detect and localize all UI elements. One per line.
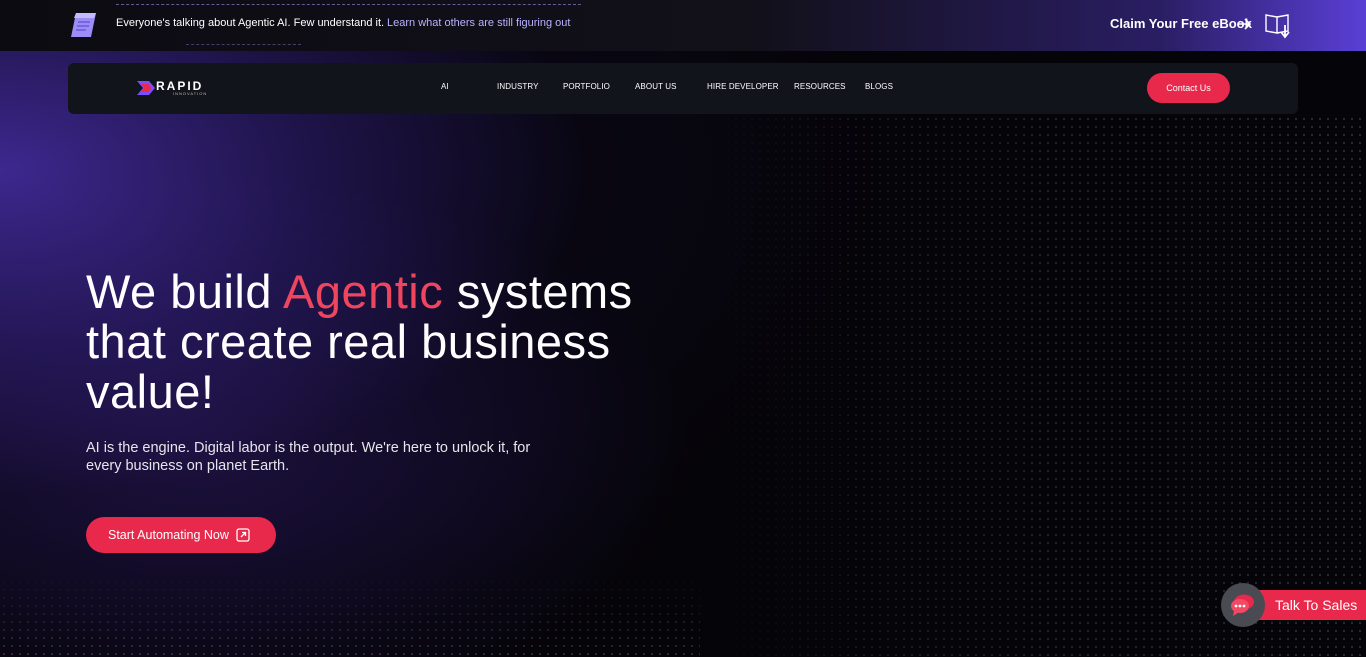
chat-icon	[1231, 594, 1254, 616]
hero-title: We build Agentic systems that create rea…	[86, 267, 686, 417]
announcement-bar: Everyone's talking about Agentic AI. Few…	[0, 0, 1366, 51]
brand-tagline: INNOVATION	[173, 91, 208, 96]
hero-title-accent: Agentic	[282, 265, 444, 318]
ebook-download-icon[interactable]	[1264, 11, 1292, 39]
decorative-dashed-line	[186, 44, 301, 45]
dot-grid-decoration	[700, 115, 1366, 657]
external-link-icon	[236, 528, 250, 542]
hero-title-lead: We build	[86, 265, 283, 318]
announcement-link[interactable]: Learn what others are still figuring out	[387, 17, 570, 29]
nav-item-industry[interactable]: INDUSTRY	[497, 82, 539, 91]
start-automating-button[interactable]: Start Automating Now	[86, 517, 276, 553]
hero-subtitle: AI is the engine. Digital labor is the o…	[86, 440, 531, 474]
dot-grid-decoration	[0, 570, 700, 657]
book-icon	[71, 13, 96, 37]
brand-logo[interactable]: RAPID INNOVATION	[137, 78, 209, 98]
nav-item-blogs[interactable]: BLOGS	[865, 82, 893, 91]
chat-launcher[interactable]	[1221, 583, 1265, 627]
nav-item-hire-developer[interactable]: HIRE DEVELOPER	[707, 82, 779, 91]
claim-ebook-link[interactable]: Claim Your Free eBook	[1110, 16, 1252, 31]
decorative-dashed-line	[116, 4, 581, 5]
announcement-text: Everyone's talking about Agentic AI. Few…	[116, 17, 385, 29]
nav-item-portfolio[interactable]: PORTFOLIO	[563, 82, 610, 91]
arrow-right-icon[interactable]	[1238, 17, 1252, 31]
logo-mark-icon	[137, 81, 155, 95]
start-automating-label: Start Automating Now	[108, 528, 229, 542]
main-navbar: RAPID INNOVATION AI INDUSTRY PORTFOLIO A…	[68, 63, 1298, 114]
contact-us-button[interactable]: Contact Us	[1147, 73, 1230, 103]
talk-to-sales-button[interactable]: Talk To Sales	[1249, 590, 1366, 620]
nav-item-about-us[interactable]: ABOUT US	[635, 82, 677, 91]
nav-item-resources[interactable]: RESOURCES	[794, 82, 846, 91]
nav-item-ai[interactable]: AI	[441, 82, 449, 91]
